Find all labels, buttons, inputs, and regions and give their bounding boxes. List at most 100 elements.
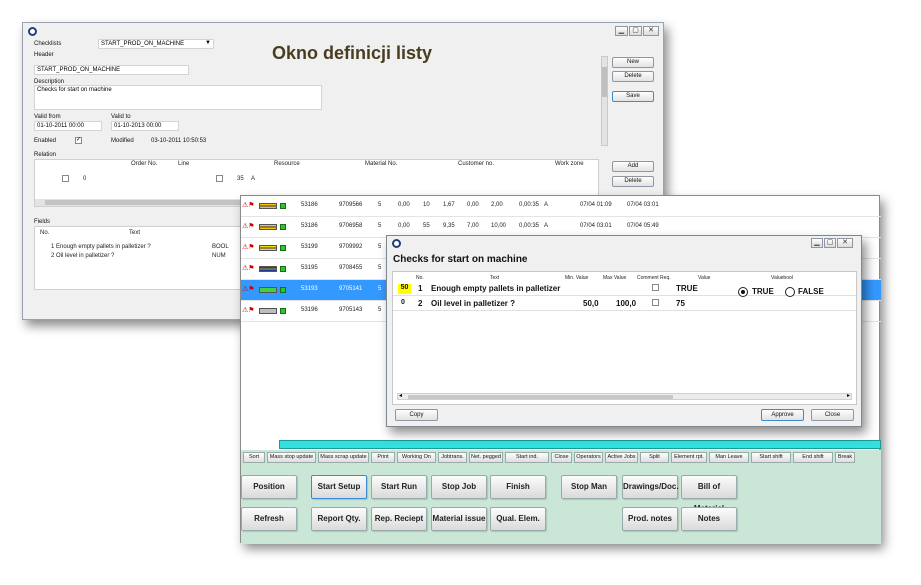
stop-man-button[interactable]: Stop Man [561, 475, 617, 499]
description-input[interactable]: Checks for start on machine [34, 85, 322, 110]
field-row-2-text[interactable]: 2 Oil level in palletizer ? [51, 253, 114, 259]
bill-of-material-button[interactable]: Bill of Material [681, 475, 737, 513]
prod-notes-button[interactable]: Prod. notes [622, 507, 678, 531]
status-green-icon [280, 245, 286, 251]
toolbar-button-jobtrans[interactable]: Jobtrans. [438, 452, 467, 463]
relation-order-value: 0 [83, 176, 87, 182]
status-green-icon [280, 266, 286, 272]
relation-row-checkbox[interactable] [62, 175, 69, 182]
toolbar-button-working-on[interactable]: Working On [397, 452, 436, 463]
fields-label: Fields [34, 219, 51, 225]
toolbar-button-sort[interactable]: Sort [243, 452, 265, 463]
status-icons: ⚠⚑ [242, 307, 255, 314]
minimize-button[interactable]: ▁ [811, 238, 823, 248]
relation-resource-value: 35 [237, 176, 244, 182]
order-cell-c1: 5 [378, 202, 382, 208]
order-cell-c6: 10,00 [491, 223, 507, 229]
start-run-button[interactable]: Start Run [371, 475, 427, 499]
toolbar-button-net-pegged[interactable]: Net. pegged [469, 452, 503, 463]
toolbar-button-mass-stop-update[interactable]: Mass stop update [267, 452, 316, 463]
rep-reciept-button[interactable]: Rep. Reciept [371, 507, 427, 531]
toolbar-button-split[interactable]: Split [640, 452, 669, 463]
order-cell-order: 53199 [301, 244, 318, 250]
add-button[interactable]: Add [612, 161, 654, 172]
drawings-doc-button[interactable]: Drawings/Doc. [622, 475, 679, 499]
header-input[interactable]: START_PROD_ON_MACHINE [34, 65, 189, 75]
row-1-false-radio[interactable] [785, 287, 795, 297]
order-cell-c2: 0,00 [398, 202, 410, 208]
position-button[interactable]: Position [241, 475, 297, 499]
status-icons: ⚠⚑ [242, 265, 255, 272]
status-color-bar [259, 287, 277, 293]
checks-horizontal-scrollbar[interactable]: ◂ ▸ [397, 393, 852, 400]
valid-from-input[interactable]: 01-10-2011 00:00 [34, 121, 102, 131]
copy-button[interactable]: Copy [395, 409, 438, 421]
row-2-max: 100,0 [616, 299, 637, 308]
row-1-text: Enough empty pallets in palletizer [431, 284, 561, 293]
order-cell-order: 53195 [301, 265, 318, 271]
row-1-value[interactable]: TRUE [676, 284, 698, 293]
valid-to-input[interactable]: 01-10-2013 00:00 [111, 121, 179, 131]
form-scrollbar[interactable] [601, 56, 608, 146]
toolbar-button-print[interactable]: Print [371, 452, 395, 463]
checks-dialog: ▁ ▢ ✕ Checks for start on machine No. Te… [386, 235, 862, 427]
order-cell-material: 9708455 [339, 265, 363, 271]
check-row-1[interactable]: 50 1 Enough empty pallets in palletizer … [393, 282, 856, 297]
toolbar-button-element-rpt[interactable]: Element rpt. [671, 452, 707, 463]
toolbar-button-operators[interactable]: Operators [574, 452, 603, 463]
toolbar-button-start-ind[interactable]: Start ind. [505, 452, 549, 463]
delete-relation-button[interactable]: Delete [612, 176, 654, 187]
delete-button[interactable]: Delete [612, 71, 654, 82]
row-1-comment-checkbox[interactable] [652, 284, 659, 291]
order-row[interactable]: ⚠⚑ 53186 9709566 5 0,00 10 1,67 0,00 2,00 0,00:35… [241, 196, 881, 217]
row-2-comment-checkbox[interactable] [652, 299, 659, 306]
check-row-2[interactable]: 0 2 Oil level in palletizer ? 50,0 100,0… [393, 297, 856, 311]
scrollbar-thumb[interactable] [45, 200, 245, 205]
toolbar-button-break[interactable]: Break [835, 452, 855, 463]
status-green-icon [280, 203, 286, 209]
toolbar-button-start-shift[interactable]: Start shift [751, 452, 791, 463]
approve-button[interactable]: Approve [761, 409, 804, 421]
notes-button[interactable]: Notes [681, 507, 737, 531]
order-cell-c7: 0,00:35 [519, 202, 540, 208]
header-text: Text [490, 275, 500, 281]
start-setup-button[interactable]: Start Setup [311, 475, 367, 499]
valid-to-label: Valid to [111, 114, 131, 120]
order-cell-c6: 2,00 [491, 202, 503, 208]
enabled-checkbox[interactable]: ✓ [75, 137, 82, 144]
toolbar-button-mass-scrap-update[interactable]: Mass scrap update [318, 452, 369, 463]
scrollbar-right-arrow[interactable]: ▸ [847, 392, 850, 399]
toolbar-button-end-shift[interactable]: End shift [793, 452, 833, 463]
field-row-1-text[interactable]: 1 Enough empty pallets in palletizer ? [51, 244, 151, 250]
scrollbar-thumb[interactable] [408, 395, 673, 399]
scrollbar-thumb[interactable] [602, 67, 607, 97]
order-cell-material: 9705143 [339, 307, 363, 313]
checklists-select[interactable]: START_PROD_ON_MACHINE ▼ [98, 39, 214, 49]
finish-button[interactable]: Finish [490, 475, 546, 499]
toolbar-button-close[interactable]: Close [551, 452, 572, 463]
row-1-true-radio[interactable] [738, 287, 748, 297]
maximize-button[interactable]: ▢ [824, 238, 836, 248]
stop-job-button[interactable]: Stop Job [431, 475, 487, 499]
refresh-button[interactable]: Refresh [241, 507, 297, 531]
row-2-min: 50,0 [583, 299, 599, 308]
save-button[interactable]: Save [612, 91, 654, 102]
minimize-button[interactable]: ▁ [615, 26, 628, 36]
close-button[interactable]: ✕ [837, 238, 853, 248]
qual-elem-button[interactable]: Qual. Elem. [490, 507, 546, 531]
new-button[interactable]: New [612, 57, 654, 68]
toolbar-button-man-leave[interactable]: Man Leave [709, 452, 749, 463]
row-2-value[interactable]: 75 [676, 299, 685, 308]
close-button[interactable]: ✕ [643, 26, 659, 36]
close-dialog-button[interactable]: Close [811, 409, 854, 421]
report-qty-button[interactable]: Report Qty. [311, 507, 367, 531]
status-green-icon [280, 308, 286, 314]
scrollbar-left-arrow[interactable]: ◂ [399, 392, 402, 399]
order-cell-d2: 07/04 03:01 [627, 202, 659, 208]
material-issue-button[interactable]: Material issue [431, 507, 487, 531]
maximize-button[interactable]: ▢ [629, 26, 642, 36]
checklists-label: Checklists [34, 41, 62, 47]
relation-resource-checkbox[interactable] [216, 175, 223, 182]
relation-label: Relation [34, 152, 57, 158]
toolbar-button-active-jobs[interactable]: Active Jobs [605, 452, 638, 463]
